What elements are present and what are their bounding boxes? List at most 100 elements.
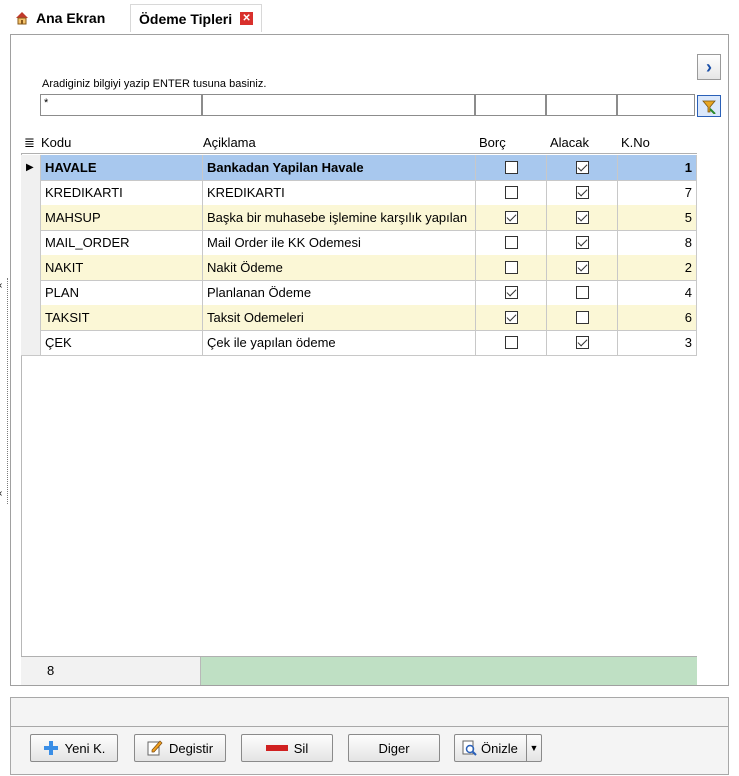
dropdown-arrow-icon[interactable]: ▼ — [526, 735, 541, 761]
checkbox-unchecked[interactable] — [504, 236, 518, 249]
checkbox-unchecked[interactable] — [575, 311, 589, 324]
checkbox-checked[interactable] — [575, 186, 589, 199]
checkbox-unchecked[interactable] — [504, 161, 518, 174]
table-row[interactable]: ÇEK Çek ile yapılan ödeme 3 — [21, 330, 697, 356]
filter-alacak-input[interactable] — [546, 94, 617, 116]
cell-kodu: MAIL_ORDER — [41, 230, 203, 255]
cell-kno: 1 — [618, 155, 697, 180]
checkbox-checked[interactable] — [575, 161, 589, 174]
close-icon[interactable]: ✕ — [240, 12, 254, 25]
table-row[interactable]: MAIL_ORDER Mail Order ile KK Odemesi 8 — [21, 230, 697, 256]
cell-alacak[interactable] — [547, 155, 618, 180]
edit-button[interactable]: Degistir — [134, 734, 226, 762]
delete-label: Sil — [293, 740, 309, 756]
tab-odeme-tipleri[interactable]: Ödeme Tipleri ✕ — [130, 4, 263, 32]
filter-kodu-input[interactable]: * — [40, 94, 202, 116]
checkbox-checked[interactable] — [504, 286, 518, 299]
row-indicator[interactable] — [21, 330, 41, 355]
table-row[interactable]: MAHSUP Başka bir muhasebe işlemine karşıl… — [21, 205, 697, 231]
cell-kno: 2 — [618, 255, 697, 280]
cell-borc[interactable] — [476, 280, 547, 305]
grid-footer: 8 — [21, 656, 697, 685]
cell-aciklama: Bankadan Yapilan Havale — [203, 155, 476, 180]
checkbox-checked[interactable] — [504, 211, 518, 224]
cell-borc[interactable] — [476, 305, 547, 330]
cell-borc[interactable] — [476, 180, 547, 205]
checkbox-checked[interactable] — [504, 311, 518, 324]
checkbox-unchecked[interactable] — [504, 261, 518, 274]
cell-alacak[interactable] — [547, 255, 618, 280]
cell-aciklama: Mail Order ile KK Odemesi — [203, 230, 476, 255]
cell-kodu: TAKSIT — [41, 305, 203, 330]
filter-borc-input[interactable] — [475, 94, 546, 116]
col-header-kodu[interactable]: Kodu — [37, 132, 199, 154]
filter-aciklama-input[interactable] — [202, 94, 475, 116]
table-row[interactable]: ▶ HAVALE Bankadan Yapilan Havale 1 — [21, 155, 697, 181]
checkbox-unchecked[interactable] — [575, 286, 589, 299]
cell-kodu: MAHSUP — [41, 205, 203, 230]
cell-aciklama: Başka bir muhasebe işlemine karşılık yap… — [203, 205, 476, 230]
filter-kno-input[interactable] — [617, 94, 695, 116]
preview-icon — [462, 740, 477, 756]
filter-clear-icon — [702, 100, 716, 114]
col-header-alacak[interactable]: Alacak — [546, 132, 617, 154]
cell-alacak[interactable] — [547, 280, 618, 305]
other-label: Diger — [378, 740, 410, 756]
next-button[interactable]: › — [697, 54, 721, 80]
checkbox-checked[interactable] — [575, 261, 589, 274]
col-header-kno[interactable]: K.No — [617, 132, 697, 154]
cell-borc[interactable] — [476, 155, 547, 180]
preview-button[interactable]: Önizle ▼ — [454, 734, 542, 762]
row-indicator[interactable] — [21, 280, 41, 305]
cell-borc[interactable] — [476, 230, 547, 255]
cell-borc[interactable] — [476, 255, 547, 280]
col-header-borc[interactable]: Borç — [475, 132, 546, 154]
chevron-right-icon: › — [706, 56, 712, 77]
cell-borc[interactable] — [476, 205, 547, 230]
checkbox-checked[interactable] — [575, 236, 589, 249]
chevron-left-icon: ‹ — [0, 488, 2, 499]
cell-kno: 3 — [618, 330, 697, 355]
cell-aciklama: Nakit Ödeme — [203, 255, 476, 280]
cell-alacak[interactable] — [547, 330, 618, 355]
table-row[interactable]: KREDIKARTI KREDIKARTI 7 — [21, 180, 697, 206]
cell-alacak[interactable] — [547, 305, 618, 330]
checkbox-unchecked[interactable] — [504, 336, 518, 349]
pencil-icon — [147, 740, 163, 756]
cell-alacak[interactable] — [547, 180, 618, 205]
checkbox-checked[interactable] — [575, 211, 589, 224]
other-button[interactable]: Diger — [348, 734, 440, 762]
cell-alacak[interactable] — [547, 205, 618, 230]
table-row[interactable]: TAKSIT Taksit Odemeleri 6 — [21, 305, 697, 331]
row-indicator[interactable] — [21, 180, 41, 205]
tab-label: Ödeme Tipleri — [139, 10, 233, 27]
col-header-aciklama[interactable]: Açiklama — [199, 132, 475, 154]
cell-kno: 8 — [618, 230, 697, 255]
row-indicator[interactable] — [21, 255, 41, 280]
new-record-button[interactable]: Yeni K. — [30, 734, 118, 762]
checkbox-unchecked[interactable] — [504, 186, 518, 199]
cell-alacak[interactable] — [547, 230, 618, 255]
row-indicator[interactable] — [21, 230, 41, 255]
tab-label: Ana Ekran — [36, 10, 106, 26]
tab-ana-ekran[interactable]: Ana Ekran — [14, 6, 105, 30]
cell-borc[interactable] — [476, 330, 547, 355]
cell-kno: 4 — [618, 280, 697, 305]
filter-clear-button[interactable] — [697, 95, 721, 117]
cell-kno: 5 — [618, 205, 697, 230]
status-bar — [10, 697, 729, 727]
plus-icon — [43, 741, 58, 755]
delete-button[interactable]: Sil — [241, 734, 333, 762]
row-indicator[interactable]: ▶ — [21, 155, 41, 180]
row-indicator[interactable] — [21, 305, 41, 330]
table-row[interactable]: NAKIT Nakit Ödeme 2 — [21, 255, 697, 281]
row-indicator[interactable] — [21, 205, 41, 230]
side-panel-handle[interactable]: ‹ ‹ — [0, 278, 8, 504]
record-count: 8 — [21, 657, 201, 685]
cell-kodu: PLAN — [41, 280, 203, 305]
filter-hint: Aradiginiz bilgiyi yazip ENTER tusuna ba… — [42, 78, 267, 90]
checkbox-checked[interactable] — [575, 336, 589, 349]
chevron-left-icon: ‹ — [0, 280, 2, 291]
table-row[interactable]: PLAN Planlanan Ödeme 4 — [21, 280, 697, 306]
grid-header: ≣ Kodu Açiklama Borç Alacak K.No — [21, 132, 697, 154]
